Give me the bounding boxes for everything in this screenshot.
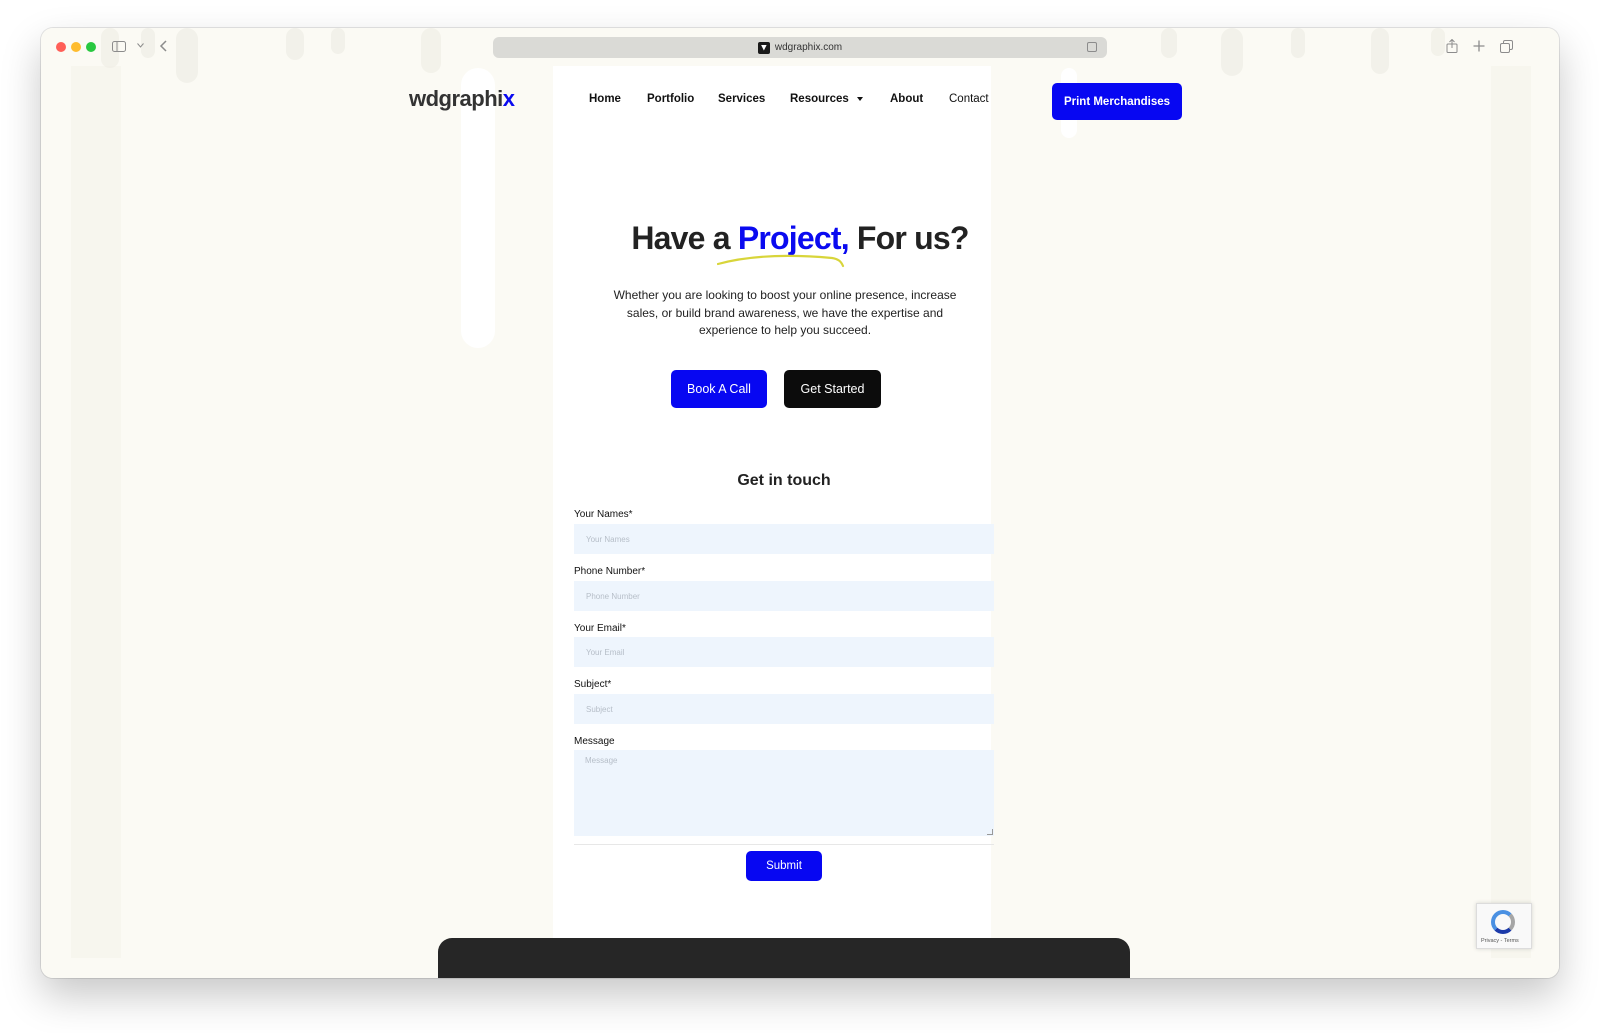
message-placeholder: Message bbox=[585, 756, 618, 765]
names-input[interactable]: Your Names bbox=[574, 524, 994, 554]
get-started-button[interactable]: Get Started bbox=[784, 370, 881, 408]
footer-section bbox=[438, 938, 1130, 978]
close-window-button[interactable] bbox=[56, 42, 66, 52]
address-bar-url: wdgraphix.com bbox=[774, 42, 843, 53]
submit-button[interactable]: Submit bbox=[746, 851, 822, 881]
nav-contact[interactable]: Contact bbox=[949, 93, 989, 105]
message-label: Message bbox=[574, 736, 615, 747]
message-textarea[interactable]: Message bbox=[574, 750, 994, 836]
phone-label: Phone Number* bbox=[574, 566, 646, 577]
phone-input[interactable]: Phone Number bbox=[574, 581, 994, 611]
nav-portfolio[interactable]: Portfolio bbox=[647, 93, 694, 105]
book-a-call-button[interactable]: Book A Call bbox=[671, 370, 767, 408]
names-placeholder: Your Names bbox=[586, 534, 630, 544]
email-placeholder: Your Email bbox=[586, 647, 625, 657]
subject-label: Subject* bbox=[574, 679, 612, 690]
logo-accent: x bbox=[502, 86, 515, 111]
nav-home[interactable]: Home bbox=[589, 93, 621, 105]
email-label: Your Email* bbox=[574, 623, 626, 634]
new-tab-icon[interactable] bbox=[1473, 40, 1485, 52]
back-arrow-icon[interactable] bbox=[159, 40, 167, 52]
names-label: Your Names* bbox=[574, 509, 633, 520]
recaptcha-links[interactable]: Privacy - Terms bbox=[1481, 938, 1519, 944]
subject-input[interactable]: Subject bbox=[574, 694, 994, 724]
minimize-window-button[interactable] bbox=[71, 42, 81, 52]
chevron-down-icon[interactable] bbox=[137, 43, 144, 48]
nav-services[interactable]: Services bbox=[718, 93, 765, 105]
recaptcha-logo-icon bbox=[1491, 910, 1515, 934]
zoom-window-button[interactable] bbox=[86, 42, 96, 52]
browser-toolbar: wdgraphix.com bbox=[41, 28, 1559, 66]
browser-window: wdgraphix.com wdgraphix Home Portfolio S… bbox=[41, 28, 1559, 978]
nav-resources-label: Resources bbox=[790, 93, 849, 105]
address-bar[interactable]: wdgraphix.com bbox=[493, 37, 1107, 58]
form-divider bbox=[574, 844, 994, 845]
resize-handle-icon[interactable] bbox=[987, 829, 993, 835]
hero-title-accent: Project, bbox=[737, 220, 850, 256]
site-logo[interactable]: wdgraphix bbox=[409, 86, 515, 112]
logo-text: wdgraphi bbox=[409, 86, 503, 111]
caret-down-icon bbox=[856, 96, 863, 101]
nav-about[interactable]: About bbox=[890, 93, 923, 105]
sidebar-toggle-icon[interactable] bbox=[112, 41, 126, 52]
recaptcha-badge[interactable]: Privacy - Terms bbox=[1476, 903, 1532, 949]
reader-mode-icon[interactable] bbox=[1087, 42, 1097, 52]
print-merchandises-button[interactable]: Print Merchandises bbox=[1052, 83, 1182, 120]
hero-title-end: For us? bbox=[848, 220, 970, 256]
nav-resources[interactable]: Resources bbox=[790, 93, 863, 105]
share-icon[interactable] bbox=[1446, 39, 1458, 53]
subject-placeholder: Subject bbox=[586, 704, 613, 714]
email-input[interactable]: Your Email bbox=[574, 637, 994, 667]
form-title: Get in touch bbox=[737, 472, 831, 489]
tab-overview-icon[interactable] bbox=[1500, 40, 1513, 53]
underline-squiggle-icon bbox=[717, 254, 845, 268]
site-favicon-icon bbox=[757, 41, 770, 54]
hero-subtitle: Whether you are looking to boost your on… bbox=[613, 288, 957, 337]
phone-placeholder: Phone Number bbox=[586, 591, 640, 601]
hero-title-start: Have a bbox=[631, 220, 738, 256]
